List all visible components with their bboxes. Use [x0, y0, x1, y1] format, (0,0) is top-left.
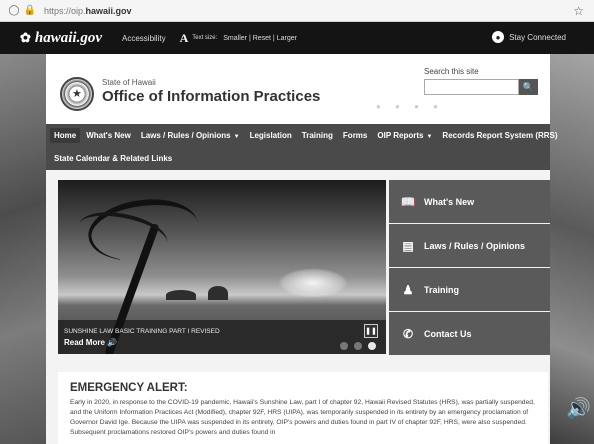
- islands-map-icon: ● ● ● ●: [376, 102, 444, 111]
- slide-dot[interactable]: [340, 342, 348, 350]
- nav-whats-new[interactable]: What's New: [86, 131, 131, 140]
- emergency-alert: EMERGENCY ALERT: Early in 2020, in respo…: [58, 372, 548, 444]
- sunset-glow: [278, 268, 348, 298]
- nav-laws-label: Laws / Rules / Opinions: [140, 131, 231, 140]
- nav-oip-reports-label: OIP Reports: [377, 131, 424, 140]
- office-title[interactable]: Office of Information Practices: [102, 88, 320, 105]
- caret-down-icon: ▼: [426, 134, 433, 140]
- quick-link-contact-us[interactable]: ✆ Contact Us: [389, 312, 550, 355]
- globe-icon: ●: [492, 31, 505, 43]
- read-more-link[interactable]: Read More 🔊: [64, 338, 117, 347]
- group-icon: ♟: [402, 282, 414, 297]
- nav-forms[interactable]: Forms: [343, 131, 367, 140]
- slideshow[interactable]: SUNSHINE LAW BASIC TRAINING PART I REVIS…: [58, 180, 386, 354]
- url-text[interactable]: https://oip.hawaii.gov: [44, 6, 132, 16]
- book-icon: 📖: [400, 194, 416, 209]
- bookmark-star-icon[interactable]: ☆: [573, 4, 584, 18]
- alert-body: Early in 2020, in response to the COVID-…: [70, 399, 535, 436]
- lock-icon: 🔒: [23, 5, 37, 16]
- read-more-label: Read More: [64, 338, 105, 347]
- nav-laws-rules-opinions[interactable]: Laws / Rules / Opinions ▼: [141, 131, 240, 140]
- plant-icon: ✿: [20, 30, 31, 45]
- quick-links: 📖 What's New ▤ Laws / Rules / Opinions ♟…: [389, 180, 550, 356]
- search-button[interactable]: 🔍: [519, 79, 538, 95]
- pause-button[interactable]: ❚❚: [364, 324, 378, 338]
- pause-icon: ❚❚: [365, 328, 377, 335]
- alert-title: EMERGENCY ALERT:: [70, 382, 188, 394]
- text-size-control: A Text size: Smaller | Reset | Larger: [180, 31, 297, 46]
- quick-link-label: Contact Us: [424, 328, 472, 339]
- nav-state-calendar[interactable]: State Calendar & Related Links: [54, 154, 172, 163]
- slide-caption: SUNSHINE LAW BASIC TRAINING PART I REVIS…: [64, 328, 220, 335]
- nav-home[interactable]: Home: [50, 128, 81, 143]
- nav-records-report-system[interactable]: Records Report System (RRS): [442, 131, 557, 140]
- nav-training[interactable]: Training: [302, 131, 333, 140]
- url-prefix: https://oip.: [44, 5, 86, 16]
- stay-connected-label: Stay Connected: [509, 32, 566, 42]
- page-container: ★ State of Hawaii Office of Information …: [46, 54, 558, 444]
- slide-dot-active[interactable]: [368, 342, 376, 350]
- url-domain: hawaii.gov: [85, 5, 132, 16]
- nav-oip-reports[interactable]: OIP Reports ▼: [377, 131, 432, 140]
- phone-icon: ✆: [402, 326, 414, 341]
- background-palm-left: [0, 54, 46, 444]
- background-palm-right: [550, 54, 594, 444]
- island-silhouette: [208, 286, 228, 300]
- shield-icon: ◯: [8, 5, 20, 16]
- speaker-icon: 🔊: [107, 338, 118, 347]
- state-name: State of Hawaii: [102, 78, 156, 87]
- quick-link-label: Laws / Rules / Opinions: [424, 240, 526, 251]
- document-icon: ▤: [402, 238, 414, 253]
- nav-legislation[interactable]: Legislation: [250, 131, 292, 140]
- state-seal-icon[interactable]: ★: [60, 77, 94, 111]
- text-size-label: Text size:: [192, 35, 218, 41]
- browser-address-bar[interactable]: ◯ 🔒 https://oip.hawaii.gov ☆: [0, 0, 594, 22]
- speaker-icon: 🔊: [566, 398, 591, 420]
- top-utility-bar: ✿ hawaii.gov Accessibility A Text size: …: [0, 22, 594, 54]
- text-size-icon: A: [179, 30, 189, 45]
- slide-dot[interactable]: [354, 342, 362, 350]
- quick-link-label: What's New: [424, 196, 475, 207]
- logo-text: hawaii.gov: [34, 29, 102, 46]
- caret-down-icon: ▼: [233, 134, 240, 140]
- search-icon: 🔍: [522, 81, 535, 92]
- accessibility-link[interactable]: Accessibility: [122, 34, 166, 43]
- main-navigation: Home What's New Laws / Rules / Opinions ▼…: [46, 124, 558, 170]
- quick-link-training[interactable]: ♟ Training: [389, 268, 550, 311]
- nav-row-2: State Calendar & Related Links: [54, 147, 542, 170]
- search-label: Search this site: [424, 67, 479, 76]
- search-input[interactable]: [424, 79, 519, 95]
- island-silhouette: [166, 290, 196, 300]
- text-size-options[interactable]: Smaller | Reset | Larger: [223, 35, 297, 42]
- quick-link-laws-rules-opinions[interactable]: ▤ Laws / Rules / Opinions: [389, 224, 550, 267]
- stay-connected-link[interactable]: ● Stay Connected: [492, 31, 566, 43]
- quick-link-label: Training: [424, 284, 460, 295]
- hawaii-gov-logo[interactable]: ✿ hawaii.gov: [20, 30, 102, 47]
- quick-link-whats-new[interactable]: 📖 What's New: [389, 180, 550, 223]
- nav-row-1: Home What's New Laws / Rules / Opinions ▼…: [50, 124, 558, 147]
- site-header: ★ State of Hawaii Office of Information …: [46, 54, 550, 124]
